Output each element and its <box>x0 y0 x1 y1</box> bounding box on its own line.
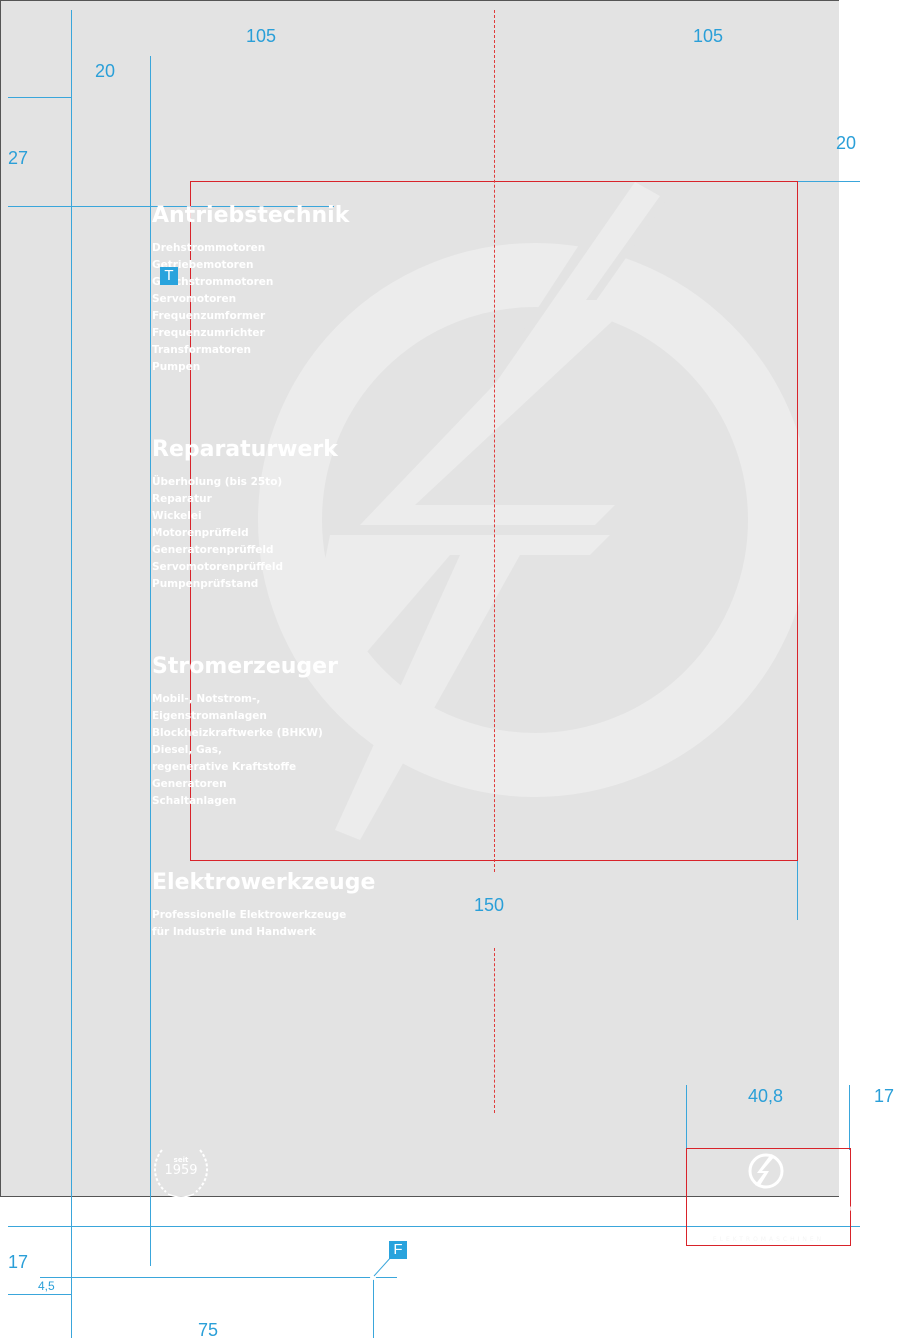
website-text: www.krauter.de <box>152 1214 246 1226</box>
seal: seit 1959 <box>148 1142 214 1200</box>
dim-top-right-half: 105 <box>693 26 724 46</box>
dim-content-width: 150 <box>474 895 505 915</box>
marker-text: T <box>160 267 178 285</box>
guide-logo-left <box>686 1085 687 1150</box>
list-item: Servomotorenprüffeld <box>152 561 283 573</box>
list-item: Schaltanlagen <box>152 795 237 807</box>
list-item: Servomotoren <box>152 293 237 305</box>
list-item: Getriebemotoren <box>152 259 254 271</box>
section-heading: Stromerzeuger <box>152 654 338 679</box>
guide-footer-line <box>40 1277 397 1278</box>
list-item: Reparatur <box>152 493 212 505</box>
list-item: Frequenzumrichter <box>152 327 265 339</box>
list-item: Diesel, Gas, <box>152 744 222 756</box>
marker-footer: F <box>389 1241 407 1259</box>
lightning-logo-icon <box>748 1153 784 1189</box>
dim-top-margin: 27 <box>8 148 29 168</box>
seal-year: 1959 <box>164 1163 198 1178</box>
list-item: regenerative Kraftstoffe <box>152 761 297 773</box>
section-elektrowerkzeuge: Elektrowerkzeuge Professionelle Elektrow… <box>152 869 375 941</box>
logo-tagline: ELEKTROMASCHINEN <box>712 1236 825 1243</box>
list-item: Professionelle Elektrowerkzeuge <box>152 909 347 921</box>
guide-text-left <box>150 56 151 1266</box>
list-item: Blockheizkraftwerke (BHKW) <box>152 727 323 739</box>
guide-logo-right <box>849 1085 850 1150</box>
list-item: Gleichstrommotoren <box>152 276 274 288</box>
list-item: Generatoren <box>152 778 227 790</box>
section-heading: Antriebstechnik <box>152 203 350 228</box>
guide-content-right <box>797 860 798 920</box>
dim-logo-width: 40,8 <box>748 1086 784 1106</box>
dim-top-left-half: 105 <box>246 26 277 46</box>
list-item: Drehstrommotoren <box>152 242 266 254</box>
list-item: Wickelei <box>152 510 202 522</box>
center-line-bottom <box>494 948 495 1113</box>
section-list: Mobil-, Notstrom-, Eigenstromanlagen Blo… <box>152 691 338 810</box>
guide-content-top-right <box>798 181 860 182</box>
section-reparaturwerk: Reparaturwerk Überholung (bis 25to) Repa… <box>152 436 338 593</box>
dim-left-margin: 20 <box>95 61 116 81</box>
guide-page-top <box>8 97 71 98</box>
list-item: Generatorenprüffeld <box>152 544 274 556</box>
list-item: für Industrie und Handwerk <box>152 926 317 938</box>
list-item: Überholung (bis 25to) <box>152 476 283 488</box>
registered-mark: ® <box>842 1204 853 1215</box>
dim-footer-offset: 4,5 <box>38 1279 55 1293</box>
dim-footer-x: 75 <box>198 1320 219 1340</box>
list-item: Mobil-, Notstrom-, <box>152 693 261 705</box>
section-heading: Elektrowerkzeuge <box>152 870 376 895</box>
section-list: Überholung (bis 25to) Reparatur Wickelei… <box>152 474 338 593</box>
section-antriebstechnik: Antriebstechnik Drehstrommotoren Getrieb… <box>152 202 349 376</box>
dim-logo-right: 17 <box>874 1086 895 1106</box>
guide-page-left <box>71 10 72 1338</box>
guide-page-bottom <box>8 1294 71 1295</box>
section-list: Professionelle Elektrowerkzeuge für Indu… <box>152 907 375 941</box>
dim-bottom-margin: 17 <box>8 1252 29 1272</box>
section-list: Drehstrommotoren Getriebemotoren Gleichs… <box>152 240 349 376</box>
list-item: Pumpen <box>152 361 201 373</box>
list-item: Eigenstromanlagen <box>152 710 267 722</box>
section-heading: Reparaturwerk <box>152 437 338 462</box>
guide-footer-x <box>373 1278 374 1338</box>
list-item: Frequenzumformer <box>152 310 266 322</box>
list-item: Motorenprüffeld <box>152 527 249 539</box>
center-line-top <box>494 10 495 872</box>
list-item: Pumpenprüfstand <box>152 578 259 590</box>
dim-right-margin: 20 <box>836 133 857 153</box>
logo-name: KRAUTER <box>687 1195 843 1230</box>
section-stromerzeuger: Stromerzeuger Mobil-, Notstrom-, Eigenst… <box>152 653 338 810</box>
logo-wordmark: KRAUTER® <box>687 1195 853 1230</box>
list-item: Transformatoren <box>152 344 251 356</box>
